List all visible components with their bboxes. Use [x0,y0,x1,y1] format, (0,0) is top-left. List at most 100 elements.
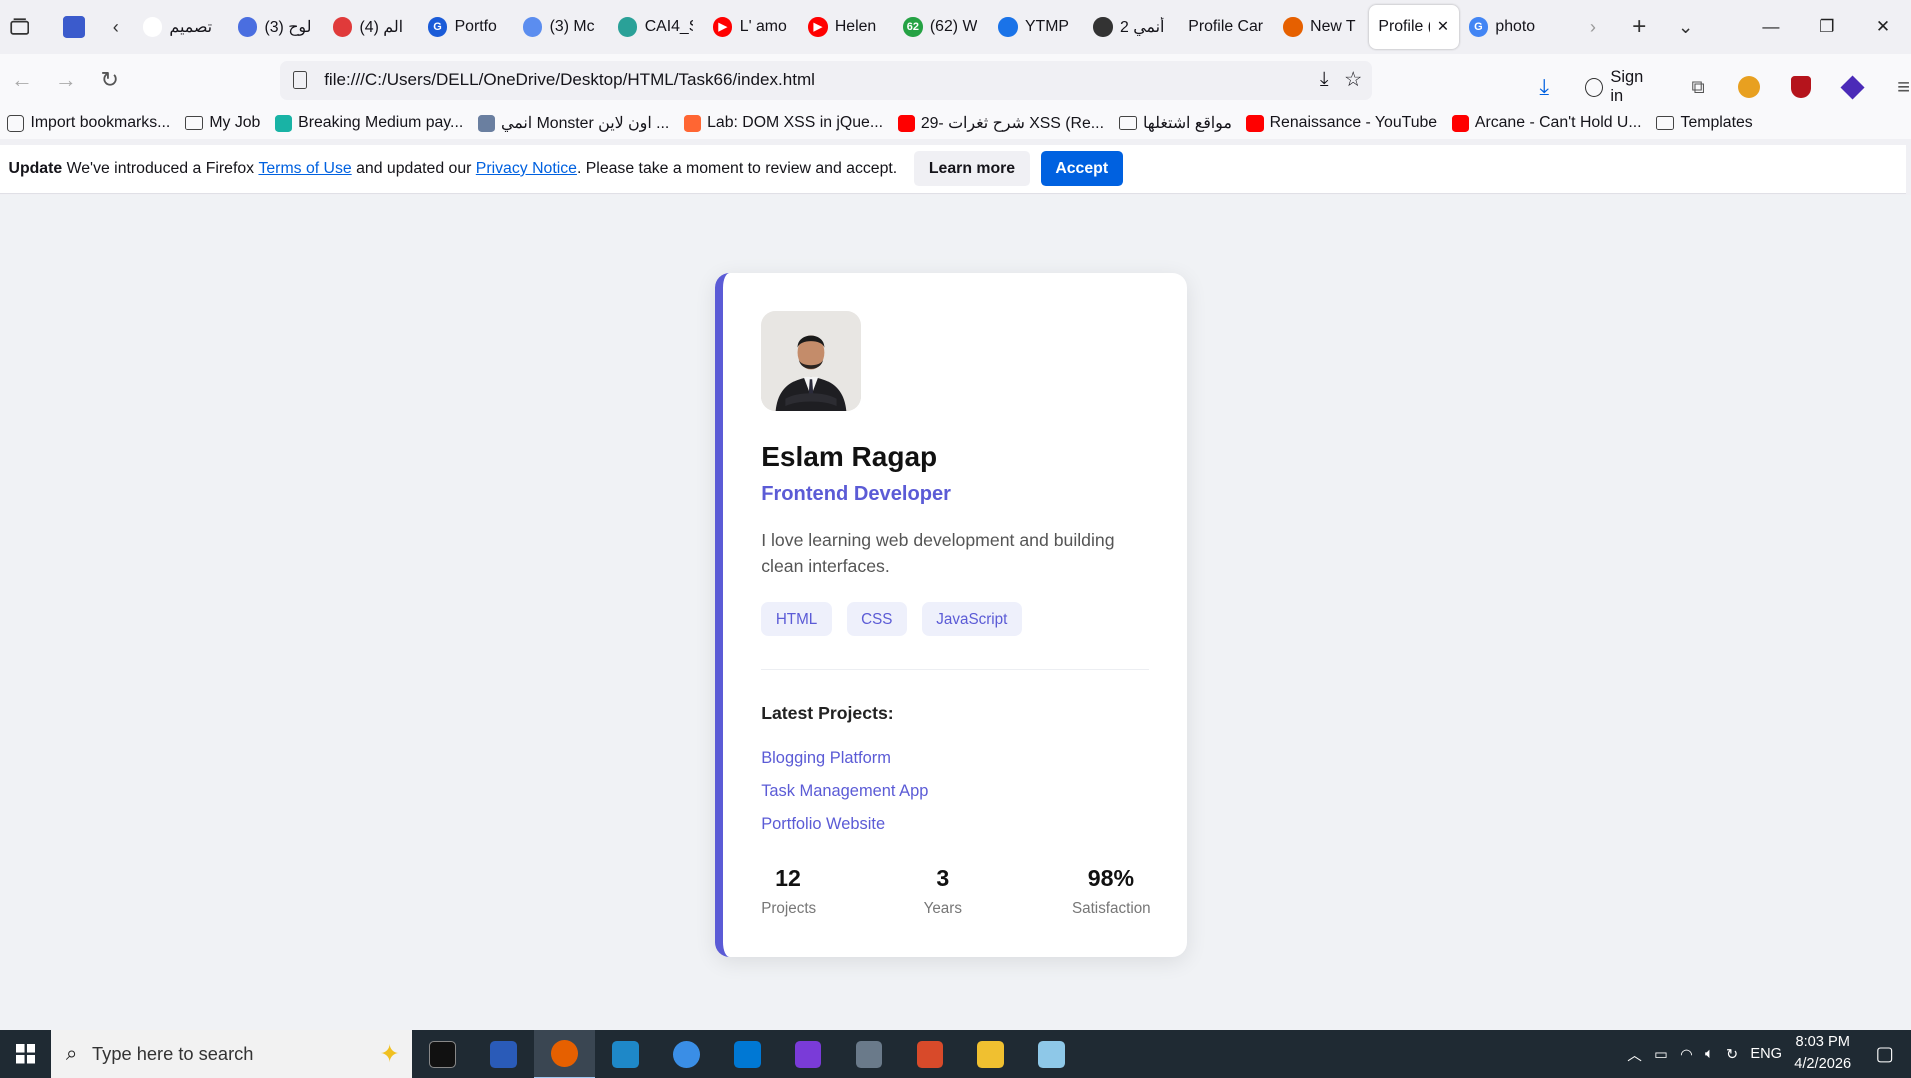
scroll-tabs-left-icon[interactable]: ‹ [99,10,133,44]
tab-favicon-icon: ▶ [712,17,733,37]
bookmark-label: 29- شرح ثغرات XSS (Re... [920,115,1104,133]
tab-item[interactable]: 62 (62) W [893,5,988,49]
tab-item[interactable]: Gphoto [1459,5,1554,49]
tab-favicon-icon: G [1468,17,1489,37]
tab-item[interactable]: Profile Car [1179,5,1274,49]
bookmark-folder[interactable]: My Job [178,114,268,132]
bookmark-item[interactable]: Renaissance - YouTube [1239,114,1444,132]
app-icon[interactable] [595,1030,656,1078]
terminal-icon[interactable] [412,1030,473,1078]
tab-item[interactable]: G Portfo [418,5,513,49]
back-icon[interactable]: ← [0,61,44,100]
close-window-icon[interactable]: ✕ [1855,0,1911,54]
scroll-tabs-right-icon[interactable]: › [1576,10,1610,44]
project-link[interactable]: Portfolio Website [761,814,928,847]
bookmark-item[interactable]: انمي Monster اون لاين ... [471,113,677,133]
notifications-icon[interactable]: ▢ [1876,1042,1894,1066]
tab-title: New T [1310,17,1356,35]
firefox-taskbar-icon[interactable] [533,1029,595,1078]
tab-favicon-icon [617,17,638,37]
clock[interactable]: 8:03 PM 4/2/2026 [1794,1032,1851,1076]
tab-item[interactable]: ▶ L' amo [703,5,798,49]
start-icon[interactable] [0,1030,51,1078]
bookmark-favicon-icon [1451,114,1469,132]
bookmark-folder[interactable]: Templates [1649,114,1760,132]
tab-title: (3) لوح [264,18,312,36]
tab-title: أنمي 2 [1120,18,1165,36]
tab-item[interactable]: (3) لوح [228,5,323,49]
sign-in-label: Sign in [1610,68,1644,106]
list-all-tabs-icon[interactable]: ⌄ [1668,10,1702,44]
restore-icon[interactable]: ❐ [1799,0,1855,54]
learn-more-button[interactable]: Learn more [914,151,1030,187]
new-tab-icon[interactable]: + [1622,10,1656,44]
extensions-icon[interactable]: ⧉ [1677,68,1719,107]
app-icon[interactable] [899,1030,960,1078]
tab-item[interactable]: ▶ Helen [798,5,893,49]
minimize-icon[interactable]: — [1743,0,1799,54]
tab-item[interactable]: New T [1274,5,1369,49]
volume-icon[interactable]: 🔈︎ [1705,1046,1714,1062]
tab-item[interactable]: (3) Mc [513,5,608,49]
skill-tag: JavaScript [921,602,1022,637]
bookmark-favicon-icon [897,114,915,132]
jetbrains-icon[interactable] [778,1030,839,1078]
tab-item[interactable]: تصميم [133,5,228,49]
bookmark-item[interactable]: Import bookmarks... [0,114,178,132]
ublock-icon[interactable] [1780,68,1822,107]
app-icon[interactable] [1021,1030,1082,1078]
bookmark-item[interactable]: 29- شرح ثغرات XSS (Re... [890,113,1111,133]
folder-icon [1118,115,1137,131]
terms-of-use-link[interactable]: Terms of Use [258,160,351,178]
file-explorer-icon[interactable] [960,1030,1021,1078]
battery-icon[interactable]: ▭ [1654,1046,1668,1063]
stat-value: 98% [1087,865,1135,892]
tab-item[interactable]: Profile (✕ [1368,4,1459,49]
url-bar[interactable]: file:///C:/Users/DELL/OneDrive/Desktop/H… [280,60,1373,100]
project-link[interactable]: Task Management App [761,781,928,814]
downloads-icon[interactable]: ⤓ [1523,68,1565,107]
accept-button[interactable]: Accept [1040,151,1123,187]
bookmark-label: Renaissance - YouTube [1269,114,1438,132]
wifi-icon[interactable]: ◠ [1680,1046,1693,1063]
forward-icon[interactable]: → [44,61,88,100]
tab-title: (3) Mc [549,17,595,35]
language-indicator[interactable]: ENG [1750,1046,1782,1062]
extension-diamond-icon[interactable] [1831,68,1873,107]
stat-label: Satisfaction [1071,899,1151,917]
app-icon[interactable] [656,1030,717,1078]
menu-icon[interactable]: ≡ [1883,68,1911,107]
bookmark-star-icon[interactable]: ☆ [1344,67,1363,92]
sync-icon[interactable]: ↻ [1726,1046,1738,1063]
extension-badge-icon[interactable] [1729,68,1771,107]
sign-in-button[interactable]: Sign in [1575,61,1668,114]
bookmark-folder[interactable]: مواقع اشتغلها [1111,113,1239,133]
bookmark-item[interactable]: Lab: DOM XSS in jQue... [677,114,891,132]
powershell-icon[interactable] [473,1030,534,1078]
tab-item[interactable]: CAI4_S [608,5,703,49]
tab-list-icon[interactable] [1,10,38,44]
pinned-tab-icon[interactable] [57,10,91,44]
close-tab-icon[interactable]: ✕ [1437,18,1449,35]
tab-title: Helen [834,17,877,35]
search-placeholder: Type here to search [92,1043,254,1065]
bookmark-favicon-icon [1246,114,1264,132]
tab-favicon-icon: 62 [903,17,923,37]
show-hidden-icons-icon[interactable]: ︿ [1627,1044,1642,1065]
project-link[interactable]: Blogging Platform [761,748,928,781]
privacy-notice-link[interactable]: Privacy Notice [476,160,577,178]
tab-item[interactable]: (4) الم [323,5,418,49]
save-page-icon[interactable]: ⤓ [1320,68,1329,91]
bookmark-item[interactable]: Arcane - Can't Hold U... [1444,114,1648,132]
tab-item[interactable]: أنمي 2 [1083,5,1178,49]
taskbar-search[interactable]: ⌕ Type here to search ✦ [51,1029,412,1078]
tab-item[interactable]: YTMP [988,5,1083,49]
bookmark-item[interactable]: Breaking Medium pay... [268,114,471,132]
vscode-icon[interactable] [717,1030,778,1078]
page-icon [292,70,308,89]
stat-label: Projects [761,899,817,917]
reload-icon[interactable]: ↻ [88,61,132,100]
projects-list: Blogging Platform Task Management App Port… [761,748,928,847]
profile-name: Eslam Ragap [761,441,938,473]
app-icon[interactable] [839,1030,900,1078]
